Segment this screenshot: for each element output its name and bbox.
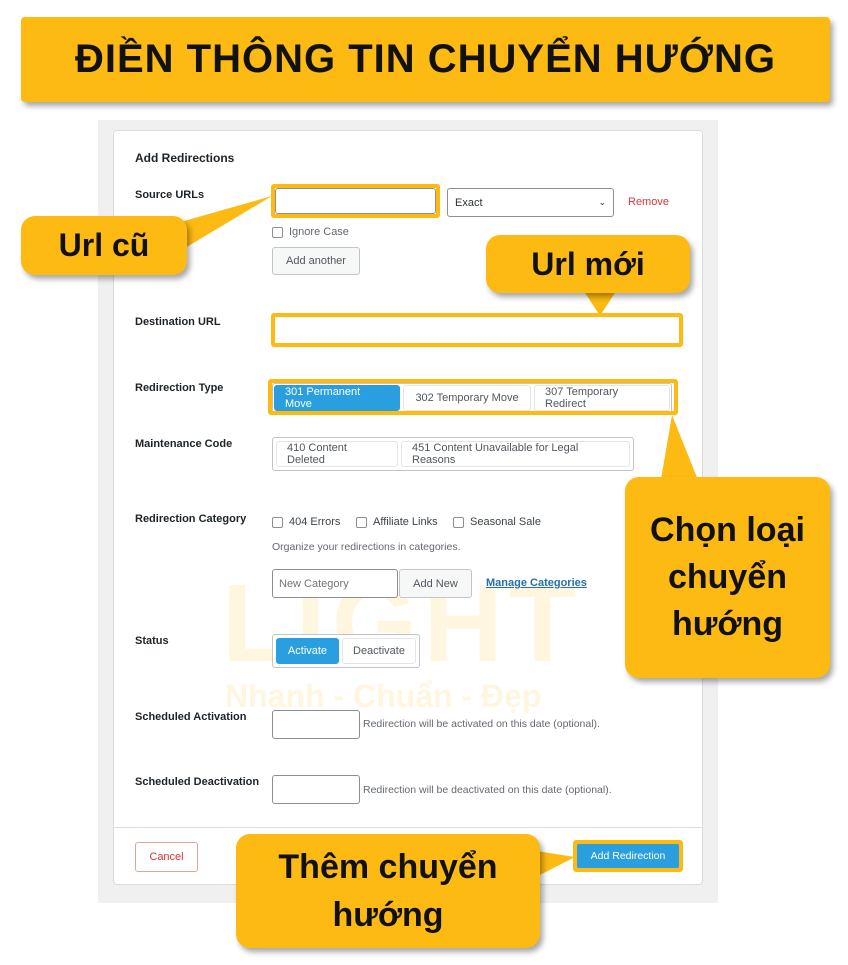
callout-new-url: Url mới bbox=[486, 235, 690, 293]
callout-old-url: Url cũ bbox=[21, 216, 187, 275]
pointer-choose-type bbox=[660, 415, 700, 485]
callout-choose-type: Chọn loại chuyển hướng bbox=[625, 477, 830, 678]
callout-add: Thêm chuyển hướng bbox=[236, 834, 540, 948]
